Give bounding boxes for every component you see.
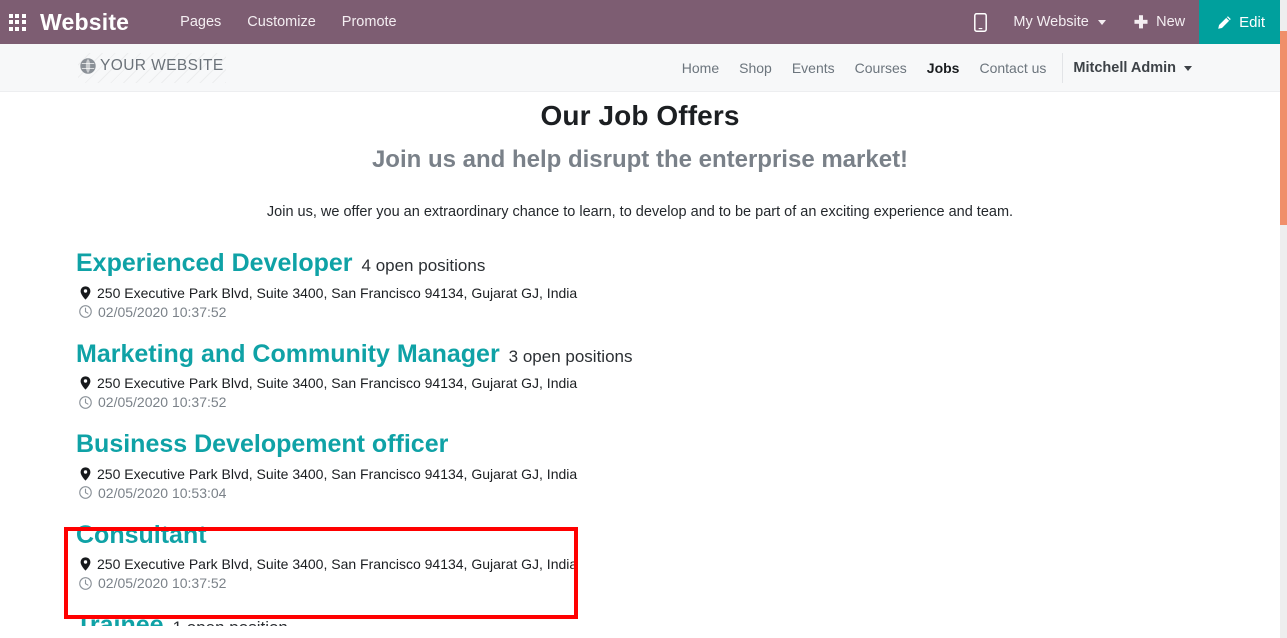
backend-navbar: Website Pages Customize Promote My Websi…	[0, 0, 1287, 44]
website-main-nav: Home Shop Events Courses Jobs Contact us…	[672, 52, 1280, 83]
job-list-item[interactable]: Consultant 250 Executive Park Blvd, Suit…	[76, 521, 1280, 591]
nav-link-contact-us[interactable]: Contact us	[969, 60, 1056, 76]
user-menu-label: Mitchell Admin	[1073, 59, 1176, 76]
job-location-row: 250 Executive Park Blvd, Suite 3400, San…	[76, 556, 1280, 572]
job-date-row: 02/05/2020 10:37:52	[76, 575, 1280, 591]
job-date-row: 02/05/2020 10:37:52	[76, 394, 1280, 410]
job-location-text: 250 Executive Park Blvd, Suite 3400, San…	[97, 284, 578, 301]
job-date-text: 02/05/2020 10:37:52	[98, 575, 227, 591]
job-list-item-highlighted[interactable]: Business Developement officer 250 Execut…	[76, 430, 1280, 501]
job-date-row: 02/05/2020 10:37:52	[76, 304, 1280, 320]
job-date-text: 02/05/2020 10:37:52	[98, 303, 227, 320]
job-title-link[interactable]: Marketing and Community Manager	[76, 340, 500, 369]
job-title-line: Consultant	[76, 521, 1280, 550]
backend-menu-pages[interactable]: Pages	[167, 0, 234, 44]
job-open-positions: 3 open positions	[508, 346, 633, 366]
nav-divider	[1062, 52, 1064, 83]
plus-icon: ✚	[1133, 12, 1149, 32]
app-brand-website[interactable]: Website	[40, 9, 129, 36]
job-title-link[interactable]: Experienced Developer	[76, 249, 353, 278]
website-header: YOUR WEBSITE Home Shop Events Courses Jo…	[0, 44, 1280, 92]
backend-menu-promote[interactable]: Promote	[329, 0, 410, 44]
map-pin-icon	[80, 376, 91, 390]
pencil-icon	[1218, 15, 1231, 29]
backend-menu-customize[interactable]: Customize	[234, 0, 329, 44]
page-scrollbar-track[interactable]	[1280, 0, 1287, 638]
clock-icon	[79, 486, 92, 499]
job-title-line: Business Developement officer	[76, 430, 1280, 459]
job-list-item[interactable]: Marketing and Community Manager 3 open p…	[76, 340, 1280, 410]
mobile-phone-icon[interactable]	[962, 12, 999, 32]
job-title-link[interactable]: Consultant	[76, 521, 207, 550]
map-pin-icon	[80, 285, 91, 300]
job-location-row: 250 Executive Park Blvd, Suite 3400, San…	[76, 466, 1280, 482]
nav-link-shop[interactable]: Shop	[729, 60, 782, 76]
job-title-link[interactable]: Trainee	[76, 612, 164, 626]
edit-button[interactable]: Edit	[1199, 0, 1287, 44]
jobs-hero: Our Job Offers Join us and help disrupt …	[0, 92, 1280, 220]
nav-link-jobs[interactable]: Jobs	[917, 60, 970, 76]
website-selector-dropdown[interactable]: My Website	[999, 0, 1119, 44]
page-scrollbar-thumb[interactable]	[1280, 31, 1287, 225]
chevron-down-icon	[1184, 65, 1192, 71]
job-date-row: 02/05/2020 10:53:04	[76, 485, 1280, 501]
job-title-line: Marketing and Community Manager 3 open p…	[76, 340, 1280, 369]
page-content: Our Job Offers Join us and help disrupt …	[0, 92, 1280, 638]
website-selector-label: My Website	[1013, 14, 1089, 30]
apps-grid-glyph	[8, 13, 26, 31]
user-menu-dropdown[interactable]: Mitchell Admin	[1073, 60, 1192, 76]
job-list-item-partial[interactable]: Trainee 1 open position	[76, 612, 1280, 626]
website-logo[interactable]: YOUR WEBSITE	[78, 52, 226, 83]
job-open-positions: 4 open positions	[361, 256, 486, 275]
edit-button-label: Edit	[1239, 13, 1265, 31]
new-button-label: New	[1156, 14, 1186, 30]
job-title-line: Experienced Developer 4 open positions	[76, 249, 1280, 278]
apps-grid-icon[interactable]	[0, 0, 34, 44]
nav-link-events[interactable]: Events	[782, 60, 845, 76]
map-pin-icon	[80, 557, 91, 571]
job-date-text: 02/05/2020 10:53:04	[98, 484, 227, 501]
map-pin-icon	[80, 466, 91, 481]
globe-icon	[80, 57, 96, 74]
nav-link-courses[interactable]: Courses	[845, 60, 917, 76]
job-location-text: 250 Executive Park Blvd, Suite 3400, San…	[97, 375, 578, 391]
job-title-link[interactable]: Business Developement officer	[76, 430, 448, 459]
clock-icon	[79, 305, 92, 318]
page-title: Our Job Offers	[540, 100, 740, 131]
nav-link-home[interactable]: Home	[672, 60, 729, 76]
clock-icon	[79, 576, 92, 590]
page-subtitle: Join us and help disrupt the enterprise …	[371, 146, 909, 173]
job-location-row: 250 Executive Park Blvd, Suite 3400, San…	[76, 375, 1280, 391]
job-location-row: 250 Executive Park Blvd, Suite 3400, San…	[76, 285, 1280, 301]
clock-icon	[79, 395, 92, 409]
chevron-down-icon	[1097, 20, 1106, 25]
job-list-item[interactable]: Experienced Developer 4 open positions 2…	[76, 249, 1280, 320]
job-location-text: 250 Executive Park Blvd, Suite 3400, San…	[97, 465, 578, 482]
job-date-text: 02/05/2020 10:37:52	[98, 394, 227, 410]
website-logo-text: YOUR WEBSITE	[100, 56, 224, 74]
job-title-line: Trainee 1 open position	[76, 612, 1280, 626]
page-lead-text: Join us, we offer you an extraordinary c…	[266, 204, 1014, 220]
job-offers-list: Experienced Developer 4 open positions 2…	[0, 249, 1280, 626]
job-open-positions: 1 open position	[173, 618, 288, 626]
job-location-text: 250 Executive Park Blvd, Suite 3400, San…	[97, 556, 578, 572]
new-button[interactable]: ✚ New	[1120, 0, 1199, 44]
